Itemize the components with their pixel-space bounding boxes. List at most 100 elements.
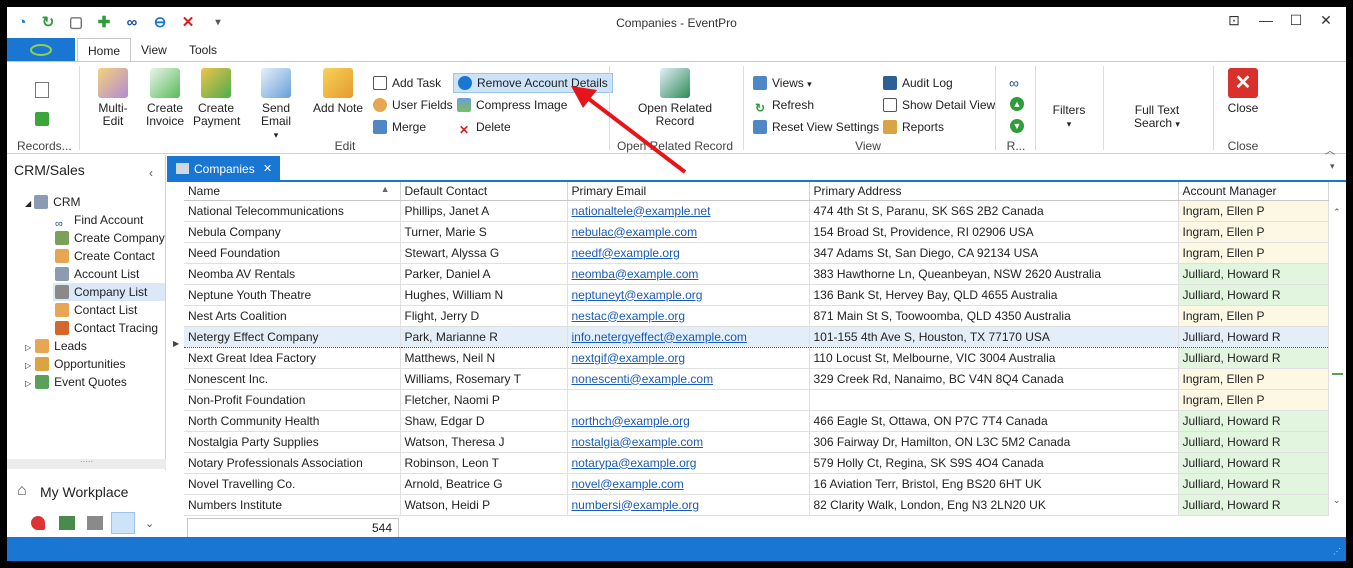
pin-icon[interactable]: ⊡ <box>1219 12 1249 32</box>
tab-companies[interactable]: Companies ✕ <box>167 156 280 182</box>
cell-primary-email[interactable]: info.netergyeffect@example.com <box>567 325 810 348</box>
cell-name[interactable]: Nonescent Inc. <box>184 368 401 390</box>
views-button[interactable]: Views ▾ <box>753 74 812 92</box>
table-row[interactable]: North Community Health Shaw, Edgar Dnorth… <box>184 410 1329 432</box>
cell-primary-email[interactable]: nextgif@example.org <box>567 347 810 369</box>
column-header-primary-email[interactable]: Primary Email <box>567 182 810 201</box>
cell-primary-address[interactable]: 82 Clarity Walk, London, Eng N3 2LN20 UK <box>809 494 1179 516</box>
cell-primary-email[interactable]: neomba@example.com <box>567 263 810 285</box>
cell-default-contact[interactable]: Flight, Jerry D <box>400 305 568 327</box>
cell-name[interactable]: Novel Travelling Co. <box>184 473 401 495</box>
calendar-icon[interactable] <box>59 516 75 530</box>
table-row[interactable]: Numbers Institute Watson, Heidi Pnumbersi… <box>184 494 1329 516</box>
delete-button[interactable]: ✕ Delete <box>457 118 511 137</box>
binoculars-icon[interactable]: ∞ <box>1009 75 1019 91</box>
cell-account-manager[interactable]: Julliard, Howard R <box>1178 325 1329 348</box>
cell-primary-email[interactable]: needf@example.org <box>567 242 810 264</box>
company-icon[interactable] <box>87 516 103 530</box>
cell-account-manager[interactable]: Ingram, Ellen P <box>1178 200 1329 222</box>
scroll-down-icon[interactable]: ⌄ <box>1333 495 1341 506</box>
send-email-button[interactable]: Send Email ▾ <box>247 68 305 142</box>
maximize-button[interactable]: ☐ <box>1281 12 1311 32</box>
cell-primary-email[interactable]: nestac@example.org <box>567 305 810 327</box>
my-workplace-label[interactable]: My Workplace <box>40 484 128 500</box>
add-task-button[interactable]: Add Task <box>373 74 441 92</box>
tree-find-account[interactable]: ∞ Find Account <box>55 211 143 230</box>
cell-account-manager[interactable]: Ingram, Ellen P <box>1178 242 1329 264</box>
cell-name[interactable]: Nebula Company <box>184 221 401 243</box>
cell-primary-address[interactable] <box>809 389 1179 411</box>
column-header-default-contact[interactable]: Default Contact <box>400 182 568 201</box>
cell-account-manager[interactable]: Ingram, Ellen P <box>1178 305 1329 327</box>
compress-image-button[interactable]: Compress Image <box>457 96 567 114</box>
user-fields-button[interactable]: User Fields <box>373 96 453 114</box>
collapse-nav-icon[interactable]: ‹ <box>149 166 153 180</box>
cell-default-contact[interactable]: Watson, Heidi P <box>400 494 568 516</box>
cell-account-manager[interactable]: Julliard, Howard R <box>1178 431 1329 453</box>
reset-view-settings-button[interactable]: Reset View Settings <box>753 118 879 136</box>
tree-create-company[interactable]: Create Company <box>55 229 165 247</box>
cell-name[interactable]: Netergy Effect Company <box>184 325 401 348</box>
cell-primary-address[interactable]: 136 Bank St, Hervey Bay, QLD 4655 Austra… <box>809 284 1179 306</box>
cell-default-contact[interactable]: Arnold, Beatrice G <box>400 473 568 495</box>
cell-primary-address[interactable]: 306 Fairway Dr, Hamilton, ON L3C 5M2 Can… <box>809 431 1179 453</box>
cell-primary-address[interactable]: 101-155 4th Ave S, Houston, TX 77170 USA <box>809 325 1179 348</box>
tab-tools[interactable]: Tools <box>179 38 227 62</box>
cell-name[interactable]: Notary Professionals Association <box>184 452 401 474</box>
cell-default-contact[interactable]: Turner, Marie S <box>400 221 568 243</box>
scroll-up-icon[interactable]: ⌃ <box>1333 207 1341 218</box>
full-text-search-button[interactable]: Full Text Search ▾ <box>1123 104 1191 131</box>
tree-opportunities[interactable]: ▷ Opportunities <box>25 355 126 373</box>
new-record-icon[interactable] <box>35 82 49 98</box>
cell-primary-email[interactable]: notarypa@example.org <box>567 452 810 474</box>
chevron-down-icon[interactable]: ⌄ <box>145 517 154 530</box>
cell-name[interactable]: North Community Health <box>184 410 401 432</box>
cell-name[interactable]: Non-Profit Foundation <box>184 389 401 411</box>
cell-primary-email[interactable]: nostalgia@example.com <box>567 431 810 453</box>
cell-default-contact[interactable]: Watson, Theresa J <box>400 431 568 453</box>
cell-default-contact[interactable]: Shaw, Edgar D <box>400 410 568 432</box>
cell-account-manager[interactable]: Julliard, Howard R <box>1178 284 1329 306</box>
create-payment-button[interactable]: Create Payment <box>193 68 240 128</box>
audit-log-button[interactable]: Audit Log <box>883 74 953 92</box>
table-row[interactable]: Nonescent Inc. Williams, Rosemary Tnonesc… <box>184 368 1329 390</box>
cell-primary-email[interactable]: nebulac@example.com <box>567 221 810 243</box>
tree-contact-list[interactable]: Contact List <box>55 301 137 319</box>
tree-event-quotes[interactable]: ▷ Event Quotes <box>25 373 127 391</box>
cell-primary-address[interactable]: 383 Hawthorne Ln, Queanbeyan, NSW 2620 A… <box>809 263 1179 285</box>
cell-primary-address[interactable]: 16 Aviation Terr, Bristol, Eng BS20 6HT … <box>809 473 1179 495</box>
nav-splitter-grip[interactable]: ····· <box>7 458 166 469</box>
cell-primary-email[interactable]: numbersi@example.org <box>567 494 810 516</box>
table-row[interactable]: National Telecommunications Phillips, Jan… <box>184 200 1329 222</box>
cell-primary-address[interactable]: 154 Broad St, Providence, RI 02906 USA <box>809 221 1179 243</box>
tab-home[interactable]: Home <box>77 38 132 63</box>
cell-account-manager[interactable]: Ingram, Ellen P <box>1178 389 1329 411</box>
cell-name[interactable]: Numbers Institute <box>184 494 401 516</box>
reports-button[interactable]: Reports <box>883 118 944 136</box>
cell-primary-address[interactable]: 474 4th St S, Paranu, SK S6S 2B2 Canada <box>809 200 1179 222</box>
table-row[interactable]: Non-Profit Foundation Fletcher, Naomi P In… <box>184 389 1329 411</box>
cell-name[interactable]: Next Great Idea Factory <box>184 347 401 369</box>
cell-default-contact[interactable]: Fletcher, Naomi P <box>400 389 568 411</box>
table-row[interactable]: Neomba AV Rentals Parker, Daniel Aneomba@… <box>184 263 1329 285</box>
cell-primary-email[interactable]: nationaltele@example.net <box>567 200 810 222</box>
crm-sales-shortcut[interactable] <box>111 512 135 534</box>
add-note-button[interactable]: Add Note <box>311 68 365 115</box>
show-detail-view-button[interactable]: Show Detail View <box>883 96 995 114</box>
tree-create-contact[interactable]: Create Contact <box>55 247 155 265</box>
tab-list-dropdown-icon[interactable]: ▾ <box>1330 161 1335 172</box>
vertical-scrollbar[interactable]: ⌃ ⌄ <box>1329 201 1346 511</box>
table-row[interactable]: Need Foundation Stewart, Alyssa Gneedf@ex… <box>184 242 1329 264</box>
cell-default-contact[interactable]: Hughes, William N <box>400 284 568 306</box>
move-down-icon[interactable]: ▼ <box>1010 119 1024 133</box>
scroll-thumb[interactable] <box>1332 373 1343 375</box>
filters-button[interactable]: Filters ▾ <box>1047 104 1091 131</box>
close-tab-icon[interactable]: ✕ <box>263 156 272 182</box>
column-header-primary-address[interactable]: Primary Address <box>809 182 1179 201</box>
tree-contact-tracing[interactable]: Contact Tracing <box>55 319 158 337</box>
cell-name[interactable]: National Telecommunications <box>184 200 401 222</box>
table-row[interactable]: Nostalgia Party Supplies Watson, Theresa … <box>184 431 1329 453</box>
cell-primary-address[interactable]: 466 Eagle St, Ottawa, ON P7C 7T4 Canada <box>809 410 1179 432</box>
cell-account-manager[interactable]: Julliard, Howard R <box>1178 263 1329 285</box>
cell-name[interactable]: Neptune Youth Theatre <box>184 284 401 306</box>
